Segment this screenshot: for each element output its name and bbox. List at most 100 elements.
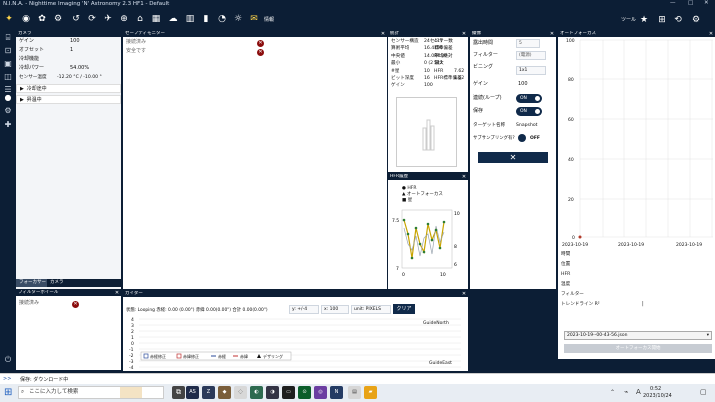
hfr-history-panel: HFR履歴 ✕ ● HFR ▲ オートフォーカス ■ 星 7.5 7 10 8 6… xyxy=(388,174,468,289)
camera-icon[interactable]: ◉ xyxy=(20,13,32,25)
x-scale-select[interactable]: x: 100 xyxy=(321,305,349,314)
maximize-button[interactable]: □ xyxy=(688,0,693,6)
start-autofocus-button[interactable]: オートフォーカス開始 xyxy=(564,344,712,353)
filter-select[interactable]: (電源) xyxy=(516,51,546,60)
plugins-icon[interactable]: ✚ xyxy=(3,120,13,130)
star-icon[interactable]: ★ xyxy=(638,14,650,26)
af-x-tick: 2023-10-19 xyxy=(562,242,588,248)
autofocus-info-row: HFR xyxy=(558,270,715,279)
ime-icon[interactable]: A xyxy=(636,388,641,396)
guider-icon[interactable]: ⊕ xyxy=(118,13,130,25)
cancel-exposure-button[interactable]: ✕ xyxy=(478,152,548,163)
tab-camera[interactable]: カメラ xyxy=(47,279,67,287)
subsample-toggle[interactable] xyxy=(518,134,526,142)
filterwheel-icon[interactable]: ✿ xyxy=(36,13,48,25)
power-icon[interactable]: ⏻ xyxy=(3,355,13,365)
y-scale-select[interactable]: y: +/-4 xyxy=(289,305,319,314)
search-icon: ⌕ xyxy=(21,389,25,395)
switch-icon[interactable]: ▦ xyxy=(150,13,162,25)
app-logo-icon: ✦ xyxy=(5,14,13,24)
close-icon[interactable]: ✕ xyxy=(380,31,386,37)
info-icon[interactable]: ✉ xyxy=(248,13,260,25)
search-placeholder: ここに入力して検索 xyxy=(29,389,79,395)
settings-icon[interactable]: ⚙ xyxy=(52,13,64,25)
search-box[interactable]: ⌕ ここに入力して検索 xyxy=(18,386,164,399)
expand-icon[interactable]: >> xyxy=(3,376,11,382)
history-icon[interactable]: ⟲ xyxy=(672,14,684,26)
network-icon[interactable]: ⌁ xyxy=(624,388,628,396)
legend-dec-correction: 赤緯修正 xyxy=(183,353,199,359)
stats-cell: 100 xyxy=(424,83,433,89)
cooling-expander[interactable]: ▶ 冷却途中 xyxy=(16,84,121,93)
legend-dec: 赤緯 xyxy=(240,353,248,359)
sensor-temp-label: センサー温度 xyxy=(19,75,47,80)
tray-chevron-icon[interactable]: ⌃ xyxy=(610,389,615,396)
windows-start-icon[interactable]: ⊞ xyxy=(4,387,12,398)
dashboard-icon[interactable]: ▥ xyxy=(184,13,196,25)
flat-wizard-icon[interactable]: ◫ xyxy=(3,72,13,82)
app-icon-3[interactable]: ◑ xyxy=(266,386,279,399)
nina-taskbar-icon[interactable]: N xyxy=(330,386,343,399)
task-view-icon[interactable]: ⧉ xyxy=(172,386,185,399)
telescope-icon[interactable]: ✈ xyxy=(102,13,114,25)
autofocus-panel-title: オートフォーカス xyxy=(560,31,596,36)
astro-app-icon[interactable]: AS xyxy=(186,386,199,399)
app-icon[interactable]: ◆ xyxy=(218,386,231,399)
news-widget-icon[interactable] xyxy=(120,387,142,398)
af-file-name: 2023-10-19--00-43-56.json xyxy=(567,333,628,338)
rotator-icon[interactable]: ⟳ xyxy=(86,13,98,25)
filterwheel-panel-header: フィルターホイール ✕ xyxy=(16,290,121,296)
settings-gear-icon[interactable]: ⚙ xyxy=(690,14,702,26)
target-value[interactable]: Snapshot xyxy=(516,121,537,130)
close-button[interactable]: ✕ xyxy=(704,0,709,6)
autofocus-info-row: 位置 xyxy=(558,260,715,269)
warming-expander[interactable]: ▶ 昇温中 xyxy=(16,95,121,104)
cooler-label: 冷却機能 xyxy=(19,56,40,62)
notification-icon[interactable]: ▢ xyxy=(700,388,707,396)
clear-button[interactable]: クリア xyxy=(393,304,415,314)
flat-icon[interactable]: ☼ xyxy=(232,13,244,25)
green-app-icon[interactable]: ⊙ xyxy=(298,386,311,399)
zwo-app-icon[interactable]: Z xyxy=(202,386,215,399)
square-icon: ■ xyxy=(402,198,407,203)
chart-icon[interactable]: ▮ xyxy=(200,13,212,25)
close-icon[interactable]: ✕ xyxy=(461,31,467,37)
dome-icon[interactable]: ⌂ xyxy=(134,13,146,25)
close-icon[interactable]: ✕ xyxy=(549,31,555,37)
framing-icon[interactable]: ▣ xyxy=(3,59,13,69)
app-icon-2[interactable]: ◌ xyxy=(234,386,247,399)
weather-icon[interactable]: ☁ xyxy=(167,13,179,25)
save-toggle[interactable]: ON xyxy=(516,107,542,116)
tab-focuser[interactable]: フォーカサー xyxy=(16,279,49,287)
tools-label[interactable]: ツール xyxy=(621,16,636,23)
light-icon[interactable]: ◔ xyxy=(216,13,228,25)
purple-app-icon[interactable]: ◎ xyxy=(314,386,327,399)
gain-row: ゲイン 100 xyxy=(470,80,556,89)
focuser-icon[interactable]: ↺ xyxy=(70,13,82,25)
terminal-icon[interactable]: ▭ xyxy=(282,386,295,399)
camera-row-temperature: センサー温度 -12.20 °C / -10.00 ° xyxy=(16,73,121,82)
sky-atlas-icon[interactable]: ⊡ xyxy=(3,46,13,56)
close-icon[interactable]: ✕ xyxy=(461,291,467,297)
grid-icon[interactable]: ⊞ xyxy=(656,14,668,26)
exposure-input[interactable]: 5 xyxy=(516,39,540,48)
clock-date[interactable]: 2023/10/24 xyxy=(643,393,672,399)
clock-time[interactable]: 0:52 xyxy=(650,386,661,392)
autofocus-file-select[interactable]: 2023-10-19--00-43-56.json ▾ xyxy=(564,331,712,340)
binning-select[interactable]: 1x1 xyxy=(516,66,546,75)
toolbar: ✦ ◉ ✿ ⚙ ↺ ⟳ ✈ ⊕ ⌂ ▦ ☁ ▥ ▮ ◔ ☼ ✉ 情報 ツール ★… xyxy=(0,9,715,31)
title-bar: N.I.N.A. - Nighttime Imaging 'N' Astrono… xyxy=(0,0,715,9)
loop-toggle[interactable]: ON xyxy=(516,94,542,103)
explorer-icon[interactable]: ▰ xyxy=(364,386,377,399)
imaging-icon[interactable]: ● xyxy=(3,93,13,103)
minimize-button[interactable]: — xyxy=(670,0,676,6)
equipment-icon[interactable]: ⌸ xyxy=(3,33,13,43)
af-y-tick: 100 xyxy=(566,38,575,44)
close-icon[interactable]: ✕ xyxy=(461,174,467,180)
options-icon[interactable]: ⚙ xyxy=(3,106,13,116)
folder-icon[interactable]: ▤ xyxy=(348,386,361,399)
unit-select[interactable]: unit: PIXELS xyxy=(351,305,391,314)
warming-label: 昇温中 xyxy=(26,97,42,103)
close-icon[interactable]: ✕ xyxy=(114,290,120,296)
phd-app-icon[interactable]: ◐ xyxy=(250,386,263,399)
